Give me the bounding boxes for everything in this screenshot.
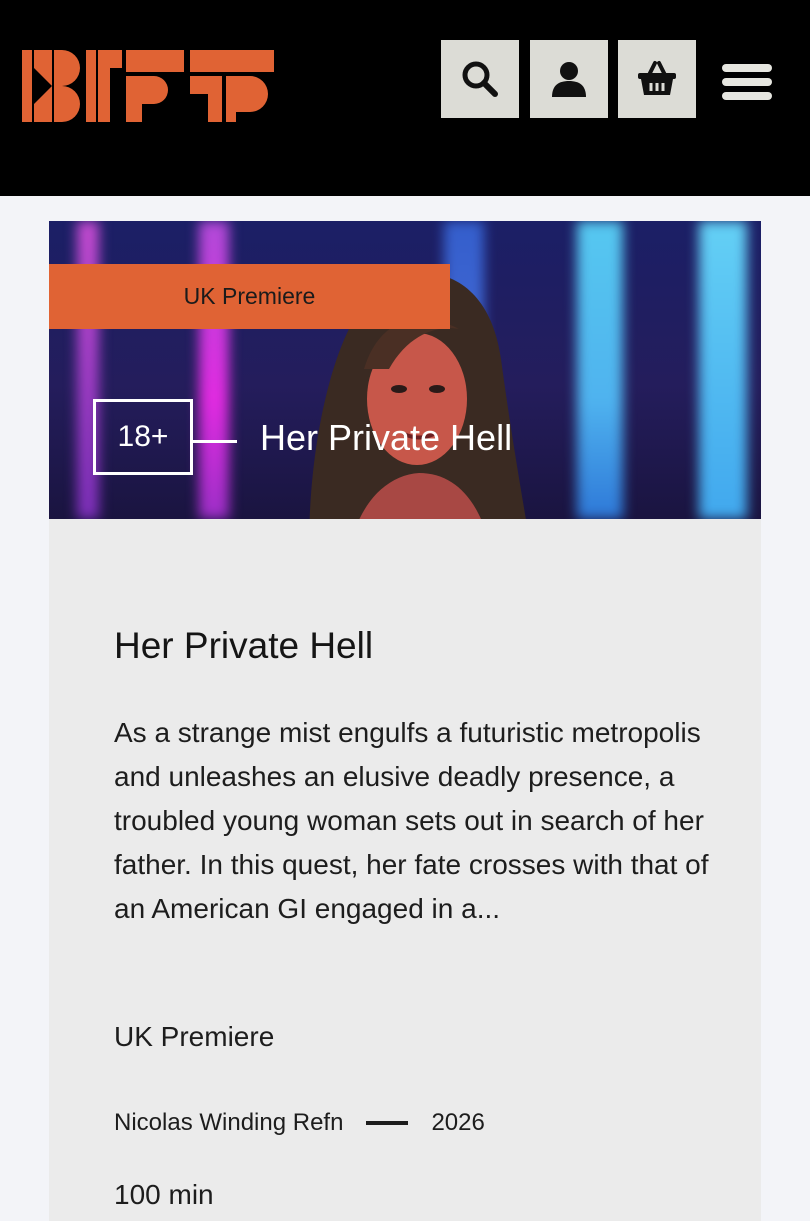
account-button[interactable] [530, 40, 608, 118]
film-meta: Nicolas Winding Refn 2026 [114, 1109, 485, 1137]
neon-light [699, 221, 747, 519]
age-rating-badge: 18+ [93, 399, 193, 475]
premiere-badge: UK Premiere [49, 264, 450, 329]
runtime: 100 min [114, 1179, 214, 1210]
search-icon [462, 61, 498, 97]
film-hero-image[interactable]: UK Premiere 18+ Her Private Hell [49, 221, 761, 519]
basket-button[interactable] [618, 40, 696, 118]
premiere-label: UK Premiere [114, 1021, 275, 1052]
release-year: 2026 [431, 1109, 485, 1136]
site-header [0, 0, 810, 196]
director-name: Nicolas Winding Refn [114, 1109, 344, 1136]
hamburger-menu-icon [722, 92, 772, 100]
divider-line [193, 440, 237, 443]
hamburger-menu-icon [722, 78, 772, 86]
festival-logo[interactable] [22, 50, 274, 122]
hero-title: Her Private Hell [260, 417, 513, 458]
hamburger-menu-icon [722, 64, 772, 72]
film-title[interactable]: Her Private Hell [114, 625, 373, 667]
search-button[interactable] [441, 40, 519, 118]
film-synopsis: As a strange mist engulfs a futuristic m… [114, 717, 709, 924]
menu-button[interactable] [720, 58, 776, 106]
film-card[interactable]: UK Premiere 18+ Her Private Hell Her Pri… [49, 221, 761, 1221]
neon-light [577, 221, 623, 519]
user-icon [552, 62, 586, 97]
basket-icon [638, 61, 676, 95]
meta-separator [366, 1121, 409, 1125]
